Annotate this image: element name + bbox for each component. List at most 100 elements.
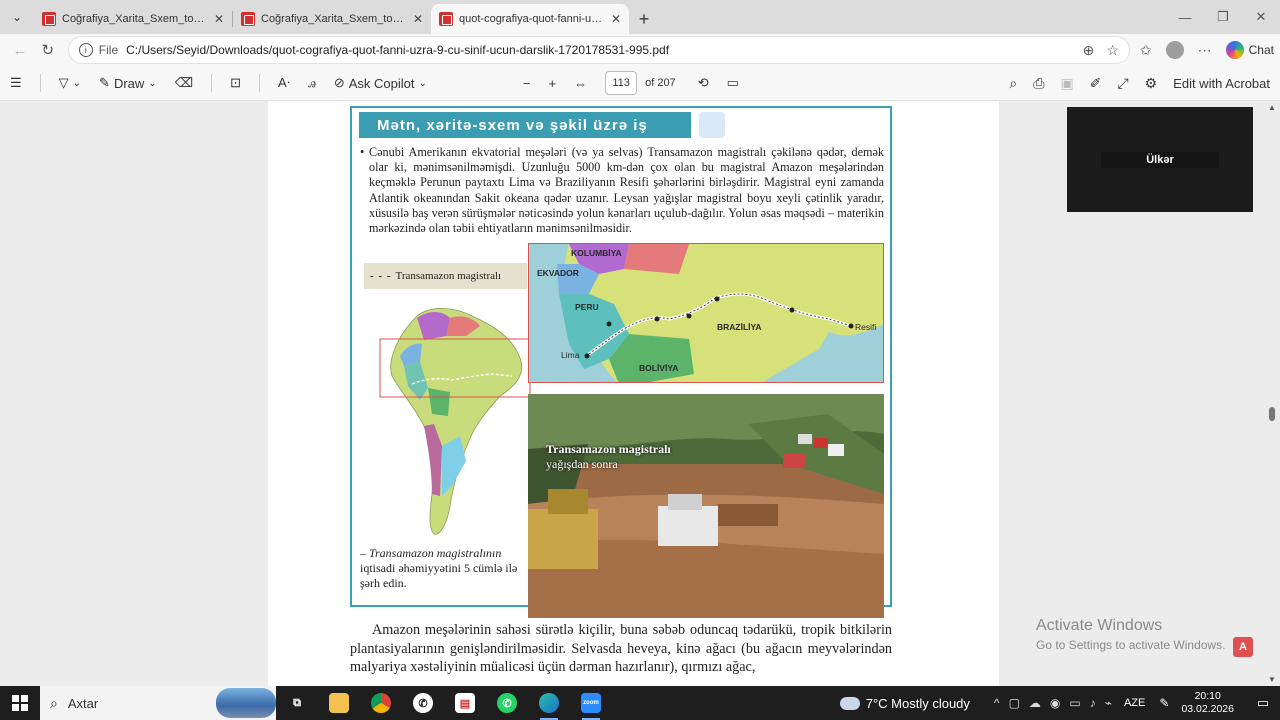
inset-map: KOLUMBİYA EKVADOR PERU BRAZİLİYA BOLİVİY…: [528, 243, 884, 383]
toolbar-divider: [258, 74, 260, 92]
security-icon[interactable]: ◉: [1050, 696, 1060, 710]
search-icon: ⌕: [50, 694, 58, 711]
zoom-in-icon[interactable]: +: [549, 76, 557, 91]
new-tab-button[interactable]: +: [629, 4, 659, 34]
body-paragraph: Amazon meşələrinin sahəsi sürətlə kiçili…: [350, 622, 892, 675]
draw-icon: ✎: [99, 75, 110, 90]
read-aloud-icon[interactable]: Aᐧ: [278, 75, 290, 91]
favorites-icon[interactable]: ✩: [1140, 42, 1152, 59]
favorite-star-icon[interactable]: ☆: [1106, 42, 1119, 59]
search-highlight-image: [216, 688, 276, 718]
road-photo: Transamazon magistralı yağışdan sonra: [528, 394, 884, 618]
whatsapp-icon[interactable]: ✆: [402, 686, 444, 720]
profile-avatar[interactable]: [1165, 41, 1184, 59]
url-text[interactable]: C:/Users/Seyid/Downloads/quot-cografiya-…: [126, 43, 1082, 57]
scroll-up-arrow-icon[interactable]: ▲: [1268, 103, 1276, 112]
chevron-up-icon[interactable]: ^: [994, 696, 1000, 710]
activate-windows-watermark: Activate Windows Go to Settings to activ…: [1036, 617, 1225, 652]
road-photo-graphic: [528, 394, 884, 618]
eraser-icon[interactable]: ⌫: [175, 75, 193, 91]
start-button[interactable]: [0, 686, 40, 720]
windows-taskbar: ⌕ Axtar ⧉ ✆ ▤ ✆ zoom 7°C Mostly cloudy ^…: [0, 686, 1280, 720]
clock-time: 20:10: [1194, 690, 1221, 702]
text-box-icon[interactable]: ⊡: [230, 75, 241, 91]
header-tab-decoration: [699, 112, 725, 138]
url-field[interactable]: i File C:/Users/Seyid/Downloads/quot-cog…: [67, 36, 1130, 64]
map-label-lima: Lima: [561, 350, 580, 360]
refresh-icon[interactable]: ↻: [34, 36, 62, 64]
save-icon[interactable]: ▣: [1060, 75, 1073, 92]
search-icon[interactable]: ⌕: [1009, 75, 1017, 92]
page-total: of 207: [645, 77, 676, 89]
fit-page-icon[interactable]: ⇔: [574, 76, 587, 91]
address-bar: ← ↻ i File C:/Users/Seyid/Downloads/quot…: [0, 34, 1280, 66]
settings-gear-icon[interactable]: ⚙: [1145, 75, 1158, 92]
close-icon[interactable]: ✕: [413, 12, 423, 26]
section-title: Mətn, xəritə-sxem və şəkil üzrə iş: [359, 112, 691, 138]
maximize-icon[interactable]: ❐: [1204, 0, 1242, 34]
paragraph-text: Cənubi Amerikanın ekvatorial meşələri (v…: [369, 145, 884, 236]
fullscreen-icon[interactable]: ⤢: [1117, 75, 1128, 92]
task-view-icon[interactable]: ⧉: [276, 686, 318, 720]
map-label-recife: Resifi: [855, 322, 877, 332]
chevron-down-icon: ⌄: [418, 77, 427, 89]
tab-3-active[interactable]: quot-cografiya-quot-fanni-uzra-9 ✕: [431, 4, 629, 34]
whatsapp-desktop-icon[interactable]: ✆: [486, 686, 528, 720]
scroll-down-arrow-icon[interactable]: ▼: [1268, 675, 1276, 684]
ask-copilot-button[interactable]: ⊘ Ask Copilot ⌄: [334, 75, 427, 91]
zoom-icon[interactable]: zoom: [570, 686, 612, 720]
contents-list-icon[interactable]: ☰: [10, 75, 22, 91]
tab-2[interactable]: Coğrafiya_Xarita_Sxem_toplusu_Fə ✕: [233, 4, 431, 34]
page-number-input[interactable]: 113: [605, 71, 638, 95]
taskbar-search-box[interactable]: ⌕ Axtar: [40, 686, 276, 720]
save-as-icon[interactable]: ✐: [1090, 75, 1102, 92]
rotate-icon[interactable]: ⟲: [698, 75, 709, 91]
clock[interactable]: 20:10 03.02.2026: [1181, 690, 1234, 716]
inset-map-graphic: [529, 244, 883, 382]
tab-actions-menu-icon[interactable]: ⌄: [0, 0, 34, 34]
camera-icon[interactable]: ▢: [1009, 696, 1020, 710]
input-language[interactable]: AZE: [1124, 697, 1145, 709]
back-arrow-icon[interactable]: ←: [6, 36, 34, 64]
info-icon[interactable]: i: [78, 43, 93, 57]
notification-icon[interactable]: ▭: [1246, 695, 1280, 711]
watermark-subtitle: Go to Settings to activate Windows.: [1036, 638, 1226, 652]
chrome-icon[interactable]: [360, 686, 402, 720]
close-icon[interactable]: ✕: [611, 12, 621, 26]
file-explorer-icon[interactable]: [318, 686, 360, 720]
acrobat-float-icon[interactable]: A: [1233, 637, 1253, 657]
window-controls: — ❐ ✕: [1166, 0, 1280, 34]
page-view-icon[interactable]: ▭: [727, 75, 739, 91]
map-label-peru: PERU: [575, 302, 599, 312]
edit-with-acrobat-button[interactable]: Edit with Acrobat: [1173, 76, 1270, 91]
more-options-icon[interactable]: ⋯: [1198, 42, 1212, 59]
close-icon[interactable]: ✕: [214, 12, 224, 26]
tab-strip: ⌄ Coğrafiya_Xarita_Sxem_toplusu_Fə ✕ Coğ…: [0, 0, 1280, 34]
zoom-icon[interactable]: ⊕: [1083, 42, 1095, 59]
edge-icon[interactable]: [528, 686, 570, 720]
scroll-thumb[interactable]: [1269, 407, 1275, 421]
toolbar-divider: [211, 74, 213, 92]
close-window-icon[interactable]: ✕: [1242, 0, 1280, 34]
weather-widget[interactable]: 7°C Mostly cloudy: [839, 696, 970, 711]
draw-button[interactable]: ✎ Draw ⌄: [99, 75, 157, 91]
system-tray: 7°C Mostly cloudy ^ ▢ ☁ ◉ ▭ ♪ ⌁ AZE ✎ 20…: [839, 686, 1280, 720]
zoom-out-icon[interactable]: −: [523, 76, 531, 91]
print-icon[interactable]: ⎙: [1033, 75, 1044, 92]
translate-icon[interactable]: ꭿ: [308, 75, 316, 91]
highlight-icon[interactable]: ▽ ⌄: [59, 75, 81, 91]
vertical-scrollbar[interactable]: ▲ ▼: [1268, 101, 1276, 686]
battery-icon[interactable]: ▭: [1069, 696, 1080, 710]
minimize-icon[interactable]: —: [1166, 0, 1204, 34]
south-america-map: [379, 308, 531, 535]
copilot-icon: ⊘: [333, 75, 345, 90]
onedrive-icon[interactable]: ☁: [1029, 696, 1041, 710]
tab-1[interactable]: Coğrafiya_Xarita_Sxem_toplusu_Fə ✕: [34, 4, 232, 34]
volume-icon[interactable]: ♪: [1090, 696, 1096, 710]
pdf-reader-icon[interactable]: ▤: [444, 686, 486, 720]
network-icon[interactable]: ⌁: [1105, 696, 1112, 710]
video-call-tile[interactable]: Ülkər: [1067, 107, 1253, 212]
copilot-chat-button[interactable]: Chat: [1225, 41, 1274, 59]
pen-icon[interactable]: ✎: [1159, 696, 1169, 710]
toolbar-divider: [39, 74, 41, 92]
